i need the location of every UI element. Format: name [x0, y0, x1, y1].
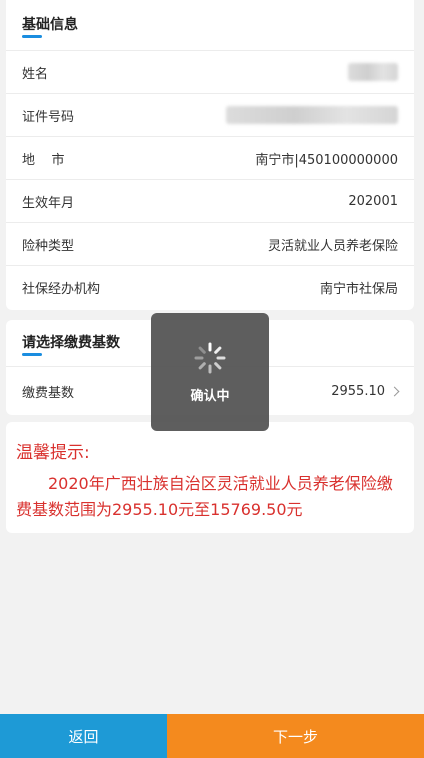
title-underline [22, 35, 42, 38]
row-name: 姓名 [6, 50, 414, 93]
name-value-redacted [348, 63, 398, 81]
row-insurance-type-value: 灵活就业人员养老保险 [267, 238, 398, 254]
base-select-title-text: 请选择缴费基数 [22, 335, 120, 351]
row-city: 地 市 南宁市|450100000000 [6, 136, 414, 179]
row-id-number: 证件号码 [6, 93, 414, 136]
payment-base-label: 缴费基数 [22, 385, 75, 401]
next-step-button[interactable]: 下一步 [167, 714, 424, 758]
row-id-number-label: 证件号码 [22, 109, 75, 125]
row-effective-month-label: 生效年月 [22, 195, 75, 211]
row-insurance-type-label: 险种类型 [22, 238, 75, 254]
title-underline [22, 353, 42, 356]
spinner-icon [194, 342, 226, 373]
row-city-label: 地 市 [22, 152, 65, 168]
row-effective-month-value: 202001 [348, 193, 398, 209]
chevron-right-icon [389, 386, 400, 396]
tip-body: 2020年广西壮族自治区灵活就业人员养老保险缴费基数范围为2955.10元至15… [16, 474, 393, 519]
payment-base-value: 2955.10 [331, 383, 385, 399]
row-effective-month: 生效年月 202001 [6, 179, 414, 222]
tip-card: 温馨提示: 2020年广西壮族自治区灵活就业人员养老保险缴费基数范围为2955.… [6, 422, 414, 533]
basic-info-card: 基础信息 姓名 证件号码 地 市 南宁市|450100000000 生效年月 2… [6, 0, 414, 310]
row-city-value: 南宁市|450100000000 [255, 152, 398, 168]
back-button[interactable]: 返回 [0, 714, 167, 758]
loading-toast: 确认中 [151, 313, 269, 431]
row-agency-value: 南宁市社保局 [319, 281, 398, 297]
id-number-value-redacted [226, 106, 398, 124]
payment-base-value-wrap: 2955.10 [331, 383, 400, 399]
row-agency: 社保经办机构 南宁市社保局 [6, 265, 414, 308]
basic-info-title: 基础信息 [6, 0, 414, 50]
loading-text: 确认中 [190, 388, 230, 404]
row-insurance-type: 险种类型 灵活就业人员养老保险 [6, 222, 414, 265]
basic-info-title-text: 基础信息 [22, 17, 78, 33]
row-agency-label: 社保经办机构 [22, 281, 101, 297]
bottom-action-bar: 返回 下一步 [0, 714, 424, 758]
row-name-label: 姓名 [22, 66, 49, 82]
